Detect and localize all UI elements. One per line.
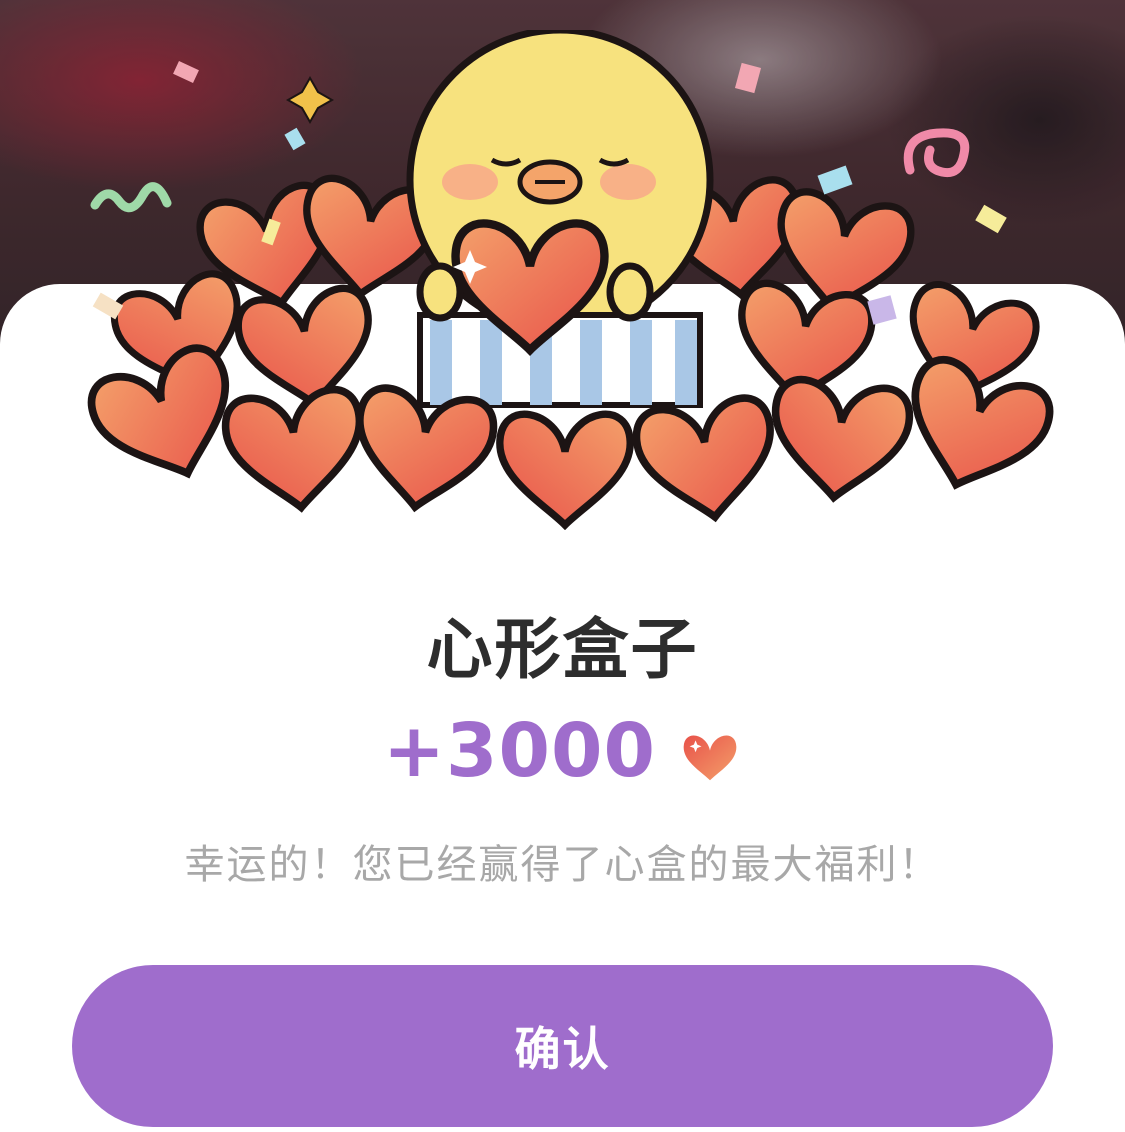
reward-message: 幸运的！您已经赢得了心盒的最大福利！: [184, 842, 941, 888]
reward-row: +3000: [0, 708, 1125, 794]
confirm-button[interactable]: 确认: [72, 965, 1053, 1127]
heart-icon: [683, 735, 737, 781]
hearts-chick-illustration: [30, 30, 1100, 530]
modal-title: 心形盒子: [426, 611, 699, 688]
reward-amount: +3000: [383, 708, 656, 794]
